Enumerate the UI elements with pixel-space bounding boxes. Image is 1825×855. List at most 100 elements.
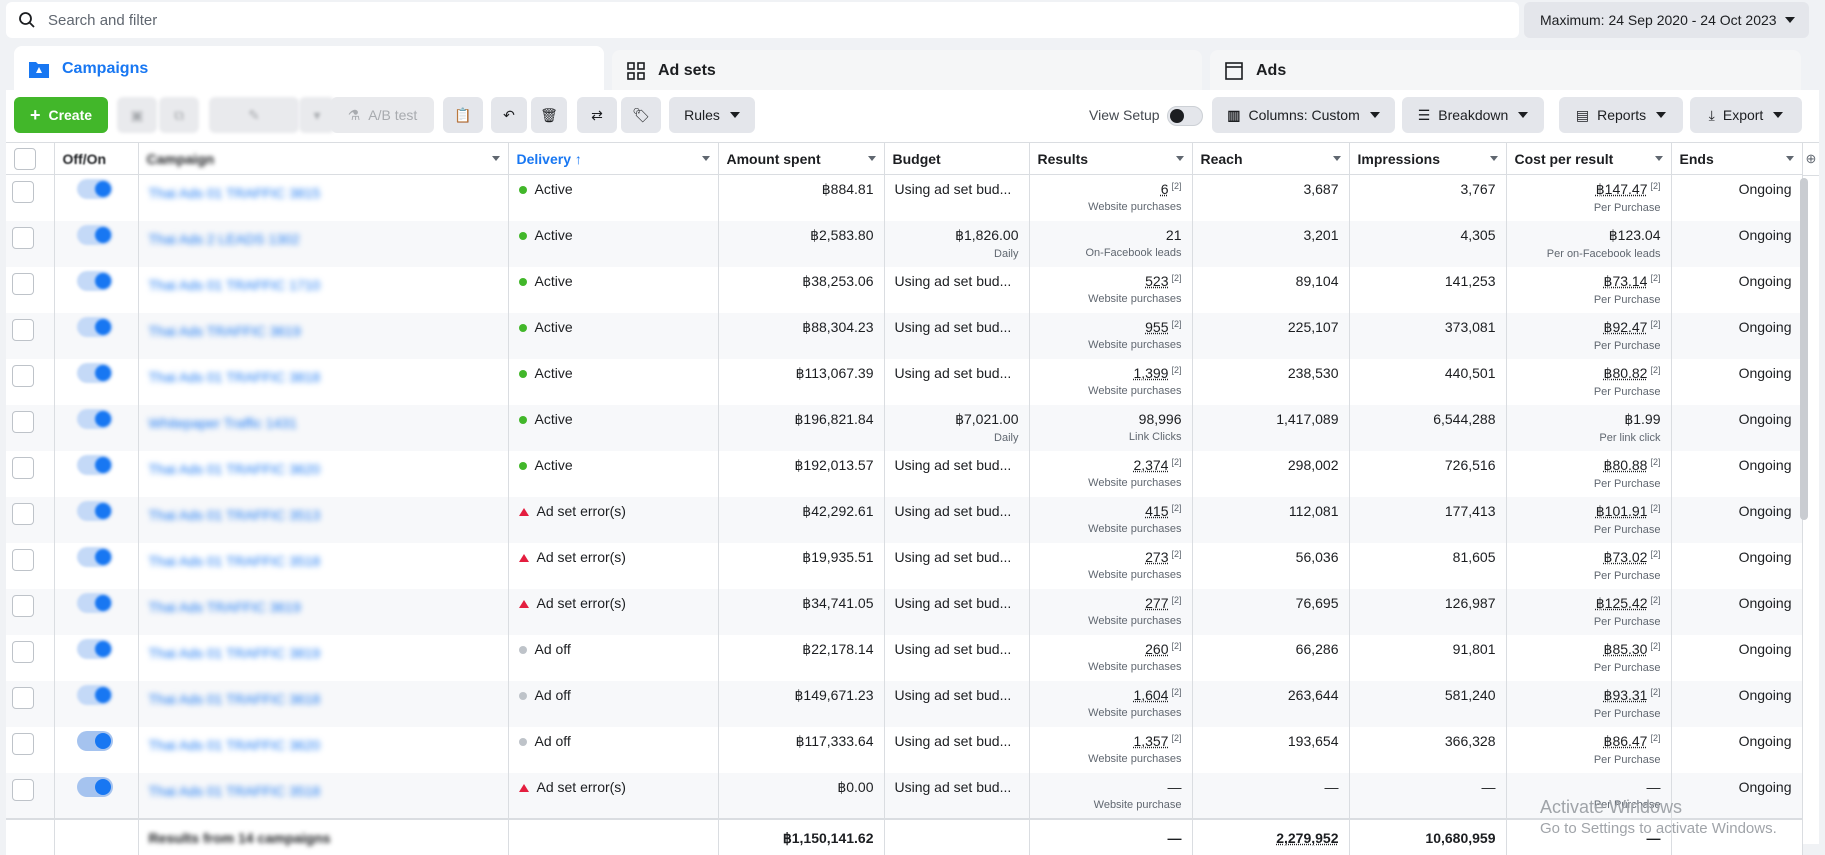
results-value[interactable]: 2,374 <box>1133 457 1168 473</box>
results-value[interactable]: 21 <box>1166 227 1182 243</box>
date-range-button[interactable]: Maximum: 24 Sep 2020 - 24 Oct 2023 <box>1524 2 1809 38</box>
row-checkbox[interactable] <box>12 227 34 249</box>
campaign-name-link[interactable]: Thai Ads 2 LEADS 1302 <box>149 231 329 245</box>
row-checkbox[interactable] <box>12 503 34 525</box>
column-header-ends[interactable]: Ends <box>1671 143 1802 175</box>
row-checkbox[interactable] <box>12 687 34 709</box>
campaign-toggle[interactable] <box>77 271 113 291</box>
table-row[interactable]: Thai Ads 01 TRAFFIC 3818 Active ฿113,067.3… <box>6 359 1802 405</box>
column-header-budget[interactable]: Budget <box>884 143 1029 175</box>
campaign-name-cell[interactable]: Thai Ads 01 TRAFFIC 1710 <box>138 267 508 313</box>
campaign-name-cell[interactable]: Thai Ads 01 TRAFFIC 3618 <box>138 681 508 727</box>
column-header-amount-spent[interactable]: Amount spent <box>718 143 884 175</box>
column-header-offon[interactable]: Off/On <box>54 143 138 175</box>
table-row[interactable]: Whitepaper Traffic 1431 Active ฿196,821.84… <box>6 405 1802 451</box>
row-checkbox[interactable] <box>12 457 34 479</box>
undo-button[interactable]: ↶ <box>491 97 527 133</box>
cost-value[interactable]: ฿92.47 <box>1604 319 1648 335</box>
results-value[interactable]: 277 <box>1145 595 1168 611</box>
delete-button[interactable]: 🗑 <box>531 97 567 133</box>
row-checkbox[interactable] <box>12 411 34 433</box>
cost-value[interactable]: ฿85.30 <box>1604 641 1648 657</box>
copy-button[interactable]: ⧉ <box>159 97 199 133</box>
results-value[interactable]: 1,399 <box>1133 365 1168 381</box>
row-checkbox[interactable] <box>12 733 34 755</box>
select-all-checkbox[interactable] <box>14 148 36 170</box>
table-row[interactable]: Thai Ads 01 TRAFFIC 3819 Ad off ฿22,178.14… <box>6 635 1802 681</box>
campaign-toggle[interactable] <box>77 225 113 245</box>
cost-value[interactable]: — <box>1647 779 1661 795</box>
campaign-name-cell[interactable]: Thai Ads 01 TRAFFIC 3620 <box>138 451 508 497</box>
tag-button[interactable]: 🏷 <box>621 97 661 133</box>
campaign-toggle[interactable] <box>77 639 113 659</box>
cost-value[interactable]: ฿123.04 <box>1609 227 1661 243</box>
column-header-reach[interactable]: Reach <box>1192 143 1349 175</box>
results-value[interactable]: 6 <box>1161 181 1169 197</box>
campaign-name-cell[interactable]: Thai Ads 01 TRAFFIC 3518 <box>138 543 508 589</box>
clipboard-button[interactable]: 📋 <box>443 97 483 133</box>
cost-value[interactable]: ฿73.14 <box>1604 273 1648 289</box>
results-value[interactable]: 260 <box>1145 641 1168 657</box>
campaign-toggle[interactable] <box>77 317 113 337</box>
table-row[interactable]: Thai Ads 01 TRAFFIC 3618 Ad off ฿149,671.2… <box>6 681 1802 727</box>
campaign-toggle[interactable] <box>77 179 113 199</box>
campaign-name-cell[interactable]: Thai Ads 01 TRAFFIC 3513 <box>138 497 508 543</box>
table-row[interactable]: Thai Ads 01 TRAFFIC 3518 Ad set error(s) ฿… <box>6 543 1802 589</box>
campaign-name-link[interactable]: Thai Ads 01 TRAFFIC 3518 <box>149 553 329 567</box>
create-button[interactable]: + Create <box>14 97 108 133</box>
results-value[interactable]: — <box>1168 779 1182 795</box>
reports-button[interactable]: ▤ Reports <box>1559 97 1683 133</box>
campaign-name-cell[interactable]: Thai Ads TRAFFIC 3619 <box>138 313 508 359</box>
breakdown-button[interactable]: ☰ Breakdown <box>1402 97 1544 133</box>
table-row[interactable]: Thai Ads 01 TRAFFIC 3513 Ad set error(s) ฿… <box>6 497 1802 543</box>
campaign-name-cell[interactable]: Thai Ads TRAFFIC 3619 <box>138 589 508 635</box>
campaign-toggle[interactable] <box>77 409 113 429</box>
edit-button[interactable]: ✎ <box>209 97 299 133</box>
campaign-name-link[interactable]: Thai Ads 01 TRAFFIC 3819 <box>149 645 329 659</box>
campaign-name-link[interactable]: Thai Ads 01 TRAFFIC 1710 <box>149 277 329 291</box>
campaign-name-cell[interactable]: Thai Ads 01 TRAFFIC 3518 <box>138 773 508 819</box>
tab-ad-sets[interactable]: Ad sets <box>612 50 1202 92</box>
ab-test-button[interactable]: ⚗ A/B test <box>331 97 434 133</box>
campaign-name-cell[interactable]: Whitepaper Traffic 1431 <box>138 405 508 451</box>
campaign-toggle[interactable] <box>77 501 113 521</box>
tab-campaigns[interactable]: Campaigns <box>14 46 604 92</box>
row-checkbox[interactable] <box>12 319 34 341</box>
add-column-button[interactable]: ⊕ <box>1802 142 1819 176</box>
more-edit-button[interactable]: ▾ <box>299 97 335 133</box>
cost-value[interactable]: ฿73.02 <box>1604 549 1648 565</box>
campaign-name-link[interactable]: Thai Ads 01 TRAFFIC 3815 <box>149 185 329 199</box>
cost-value[interactable]: ฿86.47 <box>1604 733 1648 749</box>
row-checkbox[interactable] <box>12 779 34 801</box>
campaign-name-cell[interactable]: Thai Ads 01 TRAFFIC 3815 <box>138 175 508 221</box>
row-checkbox[interactable] <box>12 595 34 617</box>
table-row[interactable]: Thai Ads 01 TRAFFIC 3620 Active ฿192,013.5… <box>6 451 1802 497</box>
table-row[interactable]: Thai Ads 2 LEADS 1302 Active ฿2,583.80 ฿1,8… <box>6 221 1802 267</box>
cost-value[interactable]: ฿1.99 <box>1624 411 1660 427</box>
campaign-name-link[interactable]: Thai Ads TRAFFIC 3619 <box>149 599 329 613</box>
results-value[interactable]: 1,357 <box>1133 733 1168 749</box>
table-row[interactable]: Thai Ads 01 TRAFFIC 3620 Ad off ฿117,333.6… <box>6 727 1802 773</box>
campaign-name-link[interactable]: Whitepaper Traffic 1431 <box>149 415 329 429</box>
column-header-impressions[interactable]: Impressions <box>1349 143 1506 175</box>
table-row[interactable]: Thai Ads TRAFFIC 3619 Active ฿88,304.23 Usi… <box>6 313 1802 359</box>
campaign-name-link[interactable]: Thai Ads 01 TRAFFIC 3620 <box>149 737 329 751</box>
cost-value[interactable]: ฿101.91 <box>1596 503 1648 519</box>
row-checkbox[interactable] <box>12 273 34 295</box>
cost-value[interactable]: ฿93.31 <box>1604 687 1648 703</box>
campaign-name-link[interactable]: Thai Ads TRAFFIC 3619 <box>149 323 329 337</box>
results-value[interactable]: 955 <box>1145 319 1168 335</box>
results-value[interactable]: 98,996 <box>1139 411 1182 427</box>
table-row[interactable]: Thai Ads 01 TRAFFIC 3815 Active ฿884.81 Usi… <box>6 175 1802 221</box>
campaign-toggle[interactable] <box>77 685 113 705</box>
results-value[interactable]: 415 <box>1145 503 1168 519</box>
cost-value[interactable]: ฿147.47 <box>1596 181 1648 197</box>
campaign-toggle[interactable] <box>77 455 113 475</box>
duplicate-button[interactable]: ▣ <box>117 97 157 133</box>
campaign-toggle[interactable] <box>77 731 113 751</box>
row-checkbox[interactable] <box>12 181 34 203</box>
cost-value[interactable]: ฿125.42 <box>1596 595 1648 611</box>
campaign-name-link[interactable]: Thai Ads 01 TRAFFIC 3818 <box>149 369 329 383</box>
vertical-scrollbar[interactable] <box>1800 178 1808 520</box>
campaign-name-link[interactable]: Thai Ads 01 TRAFFIC 3618 <box>149 691 329 705</box>
